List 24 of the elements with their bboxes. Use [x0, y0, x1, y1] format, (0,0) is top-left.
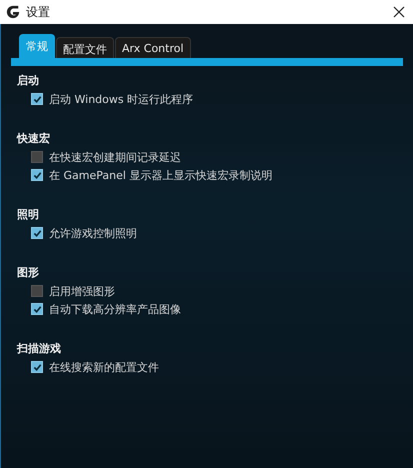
- checkbox-label: 启动 Windows 时运行此程序: [49, 92, 194, 106]
- checkbox-label: 在 GamePanel 显示器上显示快速宏录制说明: [49, 168, 272, 182]
- checkbox[interactable]: [31, 93, 43, 105]
- tab[interactable]: Arx Control: [115, 37, 191, 58]
- section-heading: 照明: [17, 207, 40, 223]
- section-heading: 图形: [17, 265, 40, 281]
- tab[interactable]: 配置文件: [56, 37, 114, 58]
- checkbox-label: 允许游戏控制照明: [49, 226, 137, 240]
- checkbox-label: 在快速宏创建期间记录延迟: [49, 150, 181, 164]
- checkbox[interactable]: [31, 227, 43, 239]
- section-heading: 扫描游戏: [17, 341, 62, 357]
- window-title: 设置: [26, 4, 51, 20]
- checkbox[interactable]: [31, 169, 43, 181]
- checkbox[interactable]: [31, 151, 43, 163]
- checkbox[interactable]: [31, 361, 43, 373]
- section-heading: 启动: [17, 73, 40, 89]
- checkbox[interactable]: [31, 285, 43, 297]
- close-button[interactable]: [391, 4, 407, 20]
- checkbox[interactable]: [31, 303, 43, 315]
- checkbox-label: 启用增强图形: [49, 284, 115, 298]
- logo-icon: [6, 5, 20, 19]
- checkbox-label: 在线搜索新的配置文件: [49, 360, 159, 374]
- section-heading: 快速宏: [17, 131, 51, 147]
- checkbox-label: 自动下载高分辨率产品图像: [49, 302, 181, 316]
